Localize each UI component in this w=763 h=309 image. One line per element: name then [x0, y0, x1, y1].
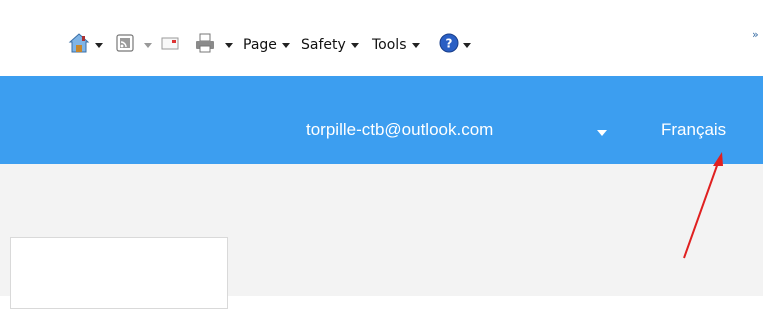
home-icon	[68, 32, 90, 58]
safety-menu[interactable]: Safety	[301, 34, 359, 56]
page-menu[interactable]: Page	[243, 34, 290, 56]
account-dropdown-chevron-down-icon[interactable]	[597, 130, 607, 136]
chevron-down-icon	[225, 42, 233, 48]
home-dropdown[interactable]	[95, 34, 103, 56]
safety-menu-label: Safety	[301, 37, 346, 53]
page-menu-label: Page	[243, 37, 277, 53]
home-button[interactable]	[68, 32, 90, 58]
chevron-down-icon	[463, 42, 471, 48]
command-bar: Page Safety Tools ? »	[0, 0, 763, 76]
read-mail-icon	[160, 33, 180, 57]
print-button[interactable]	[194, 32, 216, 58]
chevron-down-icon	[95, 42, 103, 48]
chevron-down-icon	[144, 42, 152, 48]
feeds-icon	[115, 33, 135, 57]
print-dropdown[interactable]	[225, 34, 233, 56]
feeds-button[interactable]	[115, 34, 135, 56]
feeds-dropdown[interactable]	[144, 34, 152, 56]
chevron-down-icon	[350, 42, 359, 48]
tools-menu-label: Tools	[372, 37, 407, 53]
read-mail-button[interactable]	[160, 34, 180, 56]
content-panel	[10, 237, 228, 309]
account-email[interactable]: torpille-ctb@outlook.com	[306, 120, 493, 140]
help-menu[interactable]: ?	[438, 32, 471, 58]
print-icon	[194, 32, 216, 58]
language-selector[interactable]: Français	[661, 120, 726, 140]
svg-text:?: ?	[446, 37, 453, 51]
help-icon: ?	[438, 32, 460, 58]
tools-menu[interactable]: Tools	[372, 34, 420, 56]
chevron-down-icon	[281, 42, 290, 48]
chevron-down-icon	[411, 42, 420, 48]
overflow-chevron[interactable]: »	[752, 28, 759, 41]
